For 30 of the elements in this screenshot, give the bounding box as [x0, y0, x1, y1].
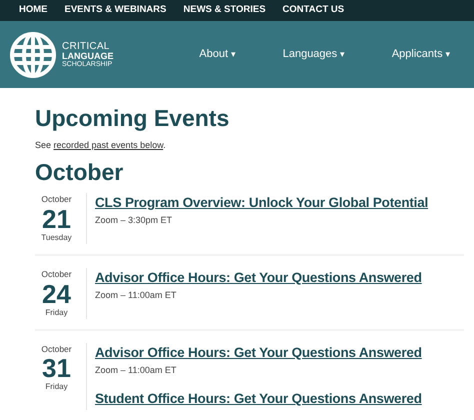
top-nav-link[interactable]: HOME: [19, 3, 48, 18]
event-title-link[interactable]: CLS Program Overview: Unlock Your Global Potential: [95, 193, 428, 214]
intro-text: See recorded past events below.: [35, 138, 167, 152]
event-details: Zoom – 3:30pm ET: [95, 214, 174, 228]
date-month: October: [41, 268, 72, 280]
top-nav-link[interactable]: CONTACT US: [282, 3, 344, 18]
main-nav-menu[interactable]: About ▾: [199, 46, 236, 63]
date-weekday: Tuesday: [41, 232, 72, 244]
logo-text: LANGUAGE: [62, 52, 114, 60]
date-day: 31: [42, 355, 71, 382]
event-title-link[interactable]: Advisor Office Hours: Get Your Questions Answered: [95, 342, 422, 363]
event-title-link[interactable]: Advisor Office Hours: Get Your Questions Answered: [95, 268, 422, 288]
month-heading: October: [35, 158, 124, 187]
date-month: October: [41, 342, 72, 356]
date-weekday: Friday: [45, 381, 68, 394]
main-nav-menu[interactable]: Languages ▾: [282, 46, 346, 63]
date-day: 24: [42, 280, 71, 306]
main-nav-menu[interactable]: Applicants ▾: [392, 46, 451, 63]
date-month: October: [41, 193, 72, 206]
date-weekday: Friday: [45, 306, 68, 318]
event-details: Zoom – 11:00am ET: [95, 364, 178, 377]
logo-text: CRITICAL: [62, 42, 111, 52]
event-details: Zoom – 11:00am ET: [95, 289, 178, 302]
top-nav-link[interactable]: EVENTS & WEBINARS: [64, 3, 166, 18]
date-day: 21: [42, 206, 71, 232]
globe-logo-icon: [8, 30, 58, 80]
event-title-link[interactable]: Student Office Hours: Get Your Questions Answered: [95, 389, 422, 410]
past-events-link[interactable]: recorded past events below: [54, 140, 164, 150]
page-heading: Upcoming Events: [35, 104, 230, 133]
top-nav-link[interactable]: NEWS & STORIES: [183, 3, 266, 18]
